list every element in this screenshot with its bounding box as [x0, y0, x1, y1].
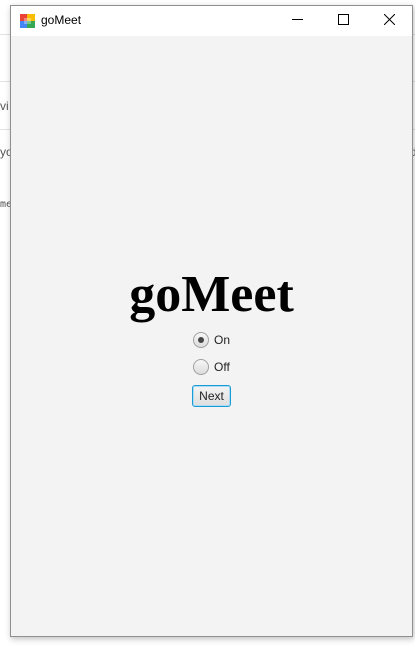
app-window: goMeet goMeet On Off Next: [10, 5, 413, 637]
maximize-icon: [337, 12, 349, 30]
window-content: goMeet On Off Next: [11, 36, 412, 636]
radio-off-indicator[interactable]: [193, 359, 209, 375]
desktop: vi yo me d goMeet: [0, 0, 415, 657]
radio-on-label[interactable]: On: [214, 333, 230, 347]
title-bar[interactable]: goMeet: [11, 6, 412, 36]
window-title: goMeet: [41, 13, 82, 27]
background-text: vi: [0, 99, 9, 113]
radio-off-label[interactable]: Off: [214, 360, 230, 374]
radio-on-indicator[interactable]: [193, 332, 209, 348]
app-heading: goMeet: [129, 266, 294, 323]
minimize-icon: [291, 12, 303, 30]
google-meet-icon: [20, 14, 35, 28]
minimize-button[interactable]: [274, 6, 320, 36]
maximize-button[interactable]: [320, 6, 366, 36]
next-button[interactable]: Next: [192, 385, 231, 407]
close-icon: [383, 12, 395, 30]
radio-selected-dot: [198, 337, 204, 343]
radio-off[interactable]: Off: [193, 358, 230, 376]
radio-on[interactable]: On: [193, 331, 230, 349]
close-button[interactable]: [366, 6, 412, 36]
